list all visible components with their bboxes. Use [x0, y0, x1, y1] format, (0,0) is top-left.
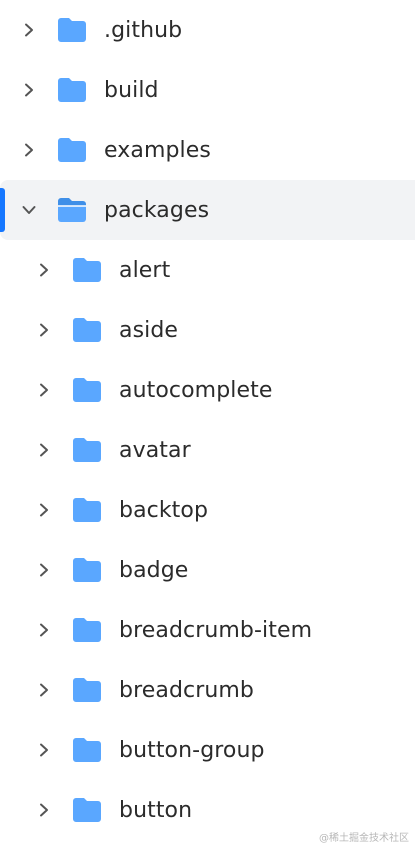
tree-item-avatar[interactable]: avatar [0, 420, 415, 480]
chevron-down-icon[interactable] [18, 199, 40, 221]
chevron-right-icon[interactable] [18, 139, 40, 161]
tree-item-label: badge [119, 557, 189, 583]
tree-item-backtop[interactable]: backtop [0, 480, 415, 540]
chevron-right-icon[interactable] [18, 79, 40, 101]
chevron-right-icon[interactable] [33, 559, 55, 581]
folder-icon [71, 736, 105, 764]
tree-item-label: breadcrumb [119, 677, 254, 703]
chevron-right-icon[interactable] [33, 319, 55, 341]
tree-item-label: autocomplete [119, 377, 273, 403]
folder-icon [71, 496, 105, 524]
folder-icon [71, 256, 105, 284]
chevron-right-icon[interactable] [33, 739, 55, 761]
file-tree: .github build examples packages alert as… [0, 0, 415, 840]
folder-icon [71, 376, 105, 404]
folder-icon [71, 616, 105, 644]
chevron-right-icon[interactable] [33, 439, 55, 461]
folder-icon [71, 316, 105, 344]
tree-item-label: packages [104, 197, 210, 223]
folder-open-icon [56, 196, 90, 224]
tree-item-alert[interactable]: alert [0, 240, 415, 300]
folder-icon [56, 16, 90, 44]
folder-icon [56, 76, 90, 104]
tree-item-label: button-group [119, 737, 265, 763]
chevron-right-icon[interactable] [18, 19, 40, 41]
folder-icon [71, 436, 105, 464]
tree-item-button-group[interactable]: button-group [0, 720, 415, 780]
tree-item-label: alert [119, 257, 171, 283]
chevron-right-icon[interactable] [33, 499, 55, 521]
tree-item-build[interactable]: build [0, 60, 415, 120]
tree-item-packages[interactable]: packages [0, 180, 415, 240]
watermark: @稀土掘金技术社区 [319, 833, 409, 844]
chevron-right-icon[interactable] [33, 799, 55, 821]
folder-icon [71, 556, 105, 584]
tree-item-badge[interactable]: badge [0, 540, 415, 600]
tree-item-autocomplete[interactable]: autocomplete [0, 360, 415, 420]
tree-item-label: examples [104, 137, 211, 163]
chevron-right-icon[interactable] [33, 259, 55, 281]
chevron-right-icon[interactable] [33, 679, 55, 701]
tree-item-label: build [104, 77, 159, 103]
chevron-right-icon[interactable] [33, 619, 55, 641]
tree-item-github[interactable]: .github [0, 0, 415, 60]
tree-item-label: backtop [119, 497, 209, 523]
tree-item-label: aside [119, 317, 179, 343]
tree-item-label: .github [104, 17, 183, 43]
chevron-right-icon[interactable] [33, 379, 55, 401]
tree-item-breadcrumb[interactable]: breadcrumb [0, 660, 415, 720]
tree-item-aside[interactable]: aside [0, 300, 415, 360]
folder-icon [71, 796, 105, 824]
folder-icon [56, 136, 90, 164]
active-indicator [0, 188, 5, 232]
tree-item-label: breadcrumb-item [119, 617, 313, 643]
tree-item-examples[interactable]: examples [0, 120, 415, 180]
tree-item-breadcrumb-item[interactable]: breadcrumb-item [0, 600, 415, 660]
folder-icon [71, 676, 105, 704]
tree-item-label: button [119, 797, 193, 823]
tree-item-label: avatar [119, 437, 191, 463]
